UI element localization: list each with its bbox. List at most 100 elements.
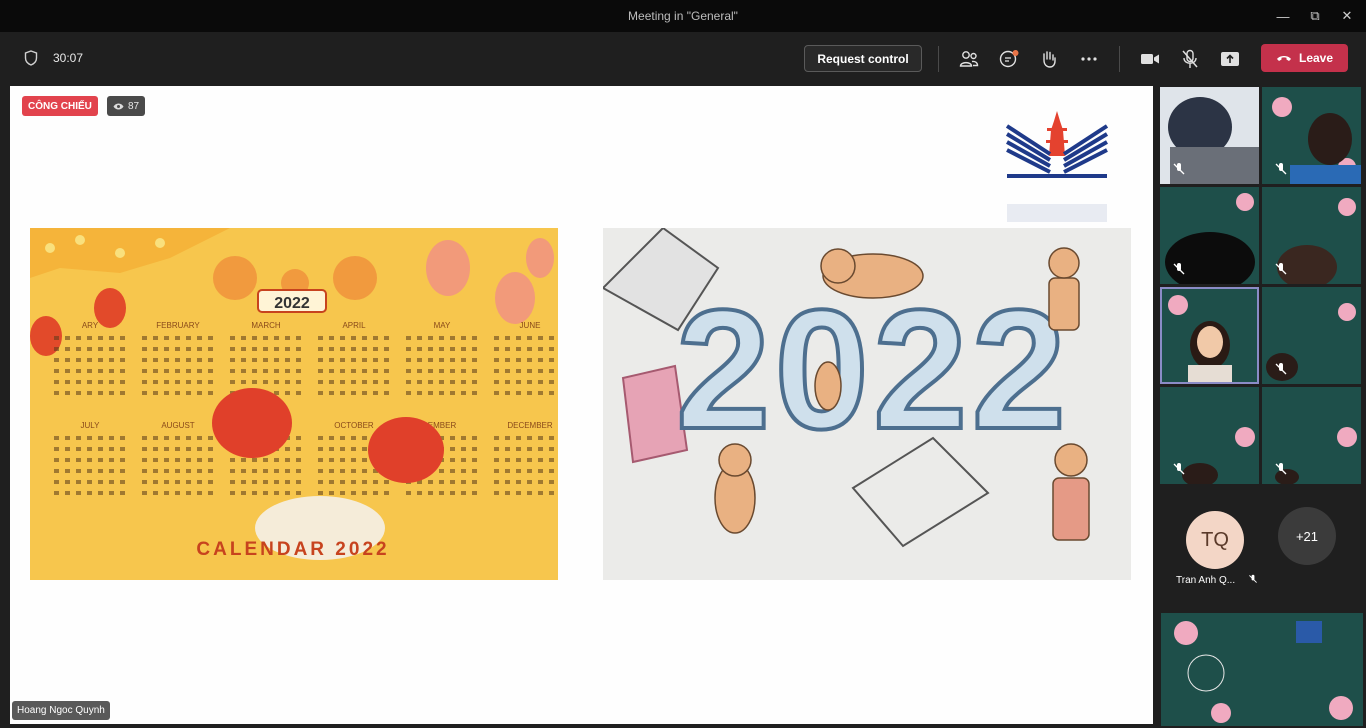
calendar-day-cell [340, 336, 345, 340]
calendar-day-cell [549, 436, 554, 440]
leave-label: Leave [1298, 51, 1334, 65]
calendar-day-cell [549, 458, 554, 462]
participant-tile[interactable] [1262, 187, 1361, 284]
calendar-day-cell [494, 480, 499, 484]
share-icon[interactable] [1219, 48, 1241, 70]
self-view-tile[interactable] [1161, 613, 1363, 726]
calendar-day-cell [538, 491, 543, 495]
calendar-day-cell [142, 480, 147, 484]
calendar-day-cell [208, 347, 213, 351]
participant-tile[interactable] [1262, 387, 1361, 484]
calendar-day-cell [340, 458, 345, 462]
calendar-day-cell [428, 380, 433, 384]
calendar-day-cell [109, 336, 114, 340]
calendar-day-cell [197, 447, 202, 451]
request-control-button[interactable]: Request control [804, 45, 922, 72]
calendar-day-cell [549, 380, 554, 384]
tiger-2022-drawing: 2022 [603, 228, 1131, 580]
calendar-day-cell [164, 347, 169, 351]
calendar-day-cell [285, 491, 290, 495]
calendar-day-cell [87, 480, 92, 484]
calendar-day-cell [516, 358, 521, 362]
calendar-day-cell [340, 469, 345, 473]
participant-tile[interactable] [1262, 287, 1361, 384]
calendar-day-cell [527, 358, 532, 362]
calendar-day-cell [549, 347, 554, 351]
calendar-day-cell [54, 358, 59, 362]
camera-icon[interactable] [1139, 48, 1161, 70]
calendar-day-cell [516, 491, 521, 495]
participant-tile[interactable] [1160, 187, 1259, 284]
calendar-day-cell [175, 480, 180, 484]
participant-tile-active[interactable] [1160, 287, 1259, 384]
participant-tile[interactable] [1160, 387, 1259, 484]
calendar-day-cell [142, 391, 147, 395]
calendar-day-cell [472, 358, 477, 362]
calendar-day-cell [109, 436, 114, 440]
calendar-day-cell [318, 469, 323, 473]
calendar-day-cell [274, 369, 279, 373]
minimize-icon[interactable]: — [1266, 0, 1300, 32]
calendar-day-cell [252, 358, 257, 362]
calendar-day-cell [175, 491, 180, 495]
calendar-day-cell [549, 447, 554, 451]
calendar-day-cell [241, 380, 246, 384]
calendar-day-cell [274, 458, 279, 462]
calendar-day-cell [153, 369, 158, 373]
calendar-day-cell [65, 380, 70, 384]
leave-button[interactable]: Leave [1261, 44, 1348, 72]
calendar-day-cell [175, 469, 180, 473]
calendar-day-cell [175, 347, 180, 351]
calendar-day-cell [450, 458, 455, 462]
calendar-day-cell [494, 458, 499, 462]
calendar-day-cell [340, 391, 345, 395]
calendar-day-cell [65, 458, 70, 462]
calendar-day-cell [285, 391, 290, 395]
close-icon[interactable]: ✕ [1330, 0, 1364, 32]
calendar-day-cell [351, 491, 356, 495]
calendar-day-cell [428, 347, 433, 351]
calendar-day-cell [175, 336, 180, 340]
eye-icon [113, 103, 124, 110]
calendar-day-cell [329, 391, 334, 395]
people-icon[interactable] [958, 48, 980, 70]
calendar-day-cell [98, 380, 103, 384]
calendar-day-cell [208, 480, 213, 484]
calendar-day-cell [318, 480, 323, 484]
participant-avatar[interactable]: TQ [1186, 511, 1244, 569]
mic-off-icon[interactable] [1179, 48, 1201, 70]
toolbar-divider [1119, 46, 1120, 72]
more-participants-button[interactable]: +21 [1278, 507, 1336, 565]
calendar-day-cell [340, 491, 345, 495]
mic-off-icon [1274, 362, 1288, 376]
calendar-day-cell [76, 447, 81, 451]
calendar-day-cell [54, 369, 59, 373]
calendar-day-cell [461, 369, 466, 373]
calendar-day-cell [87, 491, 92, 495]
calendar-day-cell [87, 391, 92, 395]
calendar-day-cell [186, 447, 191, 451]
calendar-day-cell [461, 469, 466, 473]
calendar-day-cell [76, 458, 81, 462]
calendar-day-cell [175, 391, 180, 395]
calendar-day-cell [549, 358, 554, 362]
calendar-day-cell [494, 347, 499, 351]
calendar-day-cell [505, 447, 510, 451]
calendar-day-cell [98, 436, 103, 440]
chat-icon[interactable] [998, 48, 1020, 70]
calendar-day-cell [439, 491, 444, 495]
calendar-day-cell [87, 369, 92, 373]
restore-icon[interactable]: ⧉ [1298, 0, 1332, 32]
calendar-day-cell [505, 458, 510, 462]
calendar-day-cell [296, 469, 301, 473]
participant-tile[interactable] [1262, 87, 1361, 184]
participant-tile[interactable] [1160, 87, 1259, 184]
more-icon[interactable] [1078, 48, 1100, 70]
calendar-month-label: JULY [81, 421, 101, 430]
calendar-day-cell [263, 458, 268, 462]
calendar-month-label: DECEMBER [507, 421, 553, 430]
calendar-day-cell [362, 436, 367, 440]
calendar-day-cell [153, 469, 158, 473]
raise-hand-icon[interactable] [1038, 48, 1060, 70]
calendar-day-cell [153, 391, 158, 395]
